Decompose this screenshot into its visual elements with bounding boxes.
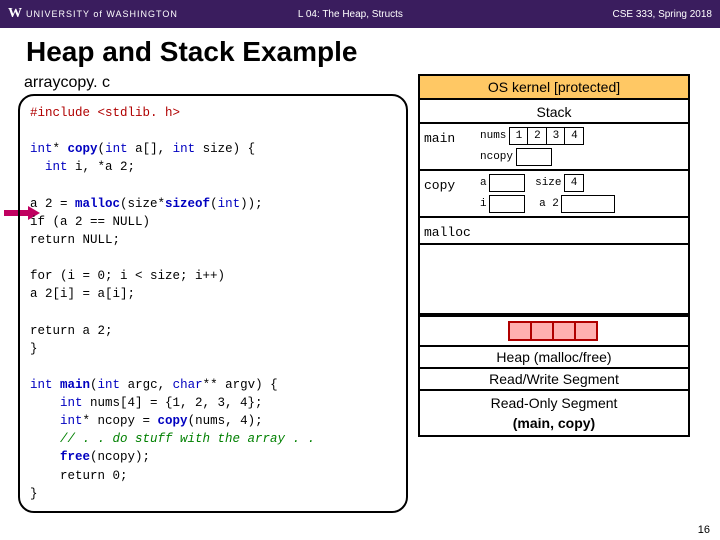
memory-gap	[420, 245, 688, 315]
university-logo: W UNIVERSITY of WASHINGTON	[8, 6, 178, 22]
page-number: 16	[698, 524, 710, 536]
stack-frame-main: main nums 1 2 3 4 ncopy	[420, 124, 688, 171]
stack-frame-copy: copy a size 4 i a 2	[420, 171, 688, 218]
w-logo-icon: W	[8, 6, 22, 22]
stack-header: Stack	[420, 100, 688, 124]
code-block: #include <stdlib. h> int* copy(int a[], …	[18, 94, 408, 513]
top-bar: W UNIVERSITY of WASHINGTON L 04: The Hea…	[0, 0, 720, 28]
course-code: CSE 333, Spring 2018	[612, 9, 712, 20]
memory-diagram: OS kernel [protected] Stack main nums 1 …	[418, 74, 690, 437]
lecture-title: L 04: The Heap, Structs	[298, 9, 403, 20]
university-name: UNIVERSITY of WASHINGTON	[26, 9, 178, 19]
ro-segment: Read-Only Segment (main, copy)	[420, 391, 688, 437]
heap-allocation	[420, 315, 688, 347]
os-kernel-segment: OS kernel [protected]	[420, 74, 688, 100]
rw-segment: Read/Write Segment	[420, 369, 688, 391]
heap-segment: Heap (malloc/free)	[420, 347, 688, 369]
stack-frame-malloc: malloc	[420, 218, 688, 245]
slide-title: Heap and Stack Example	[26, 36, 720, 68]
file-name: arraycopy. c	[24, 74, 408, 92]
